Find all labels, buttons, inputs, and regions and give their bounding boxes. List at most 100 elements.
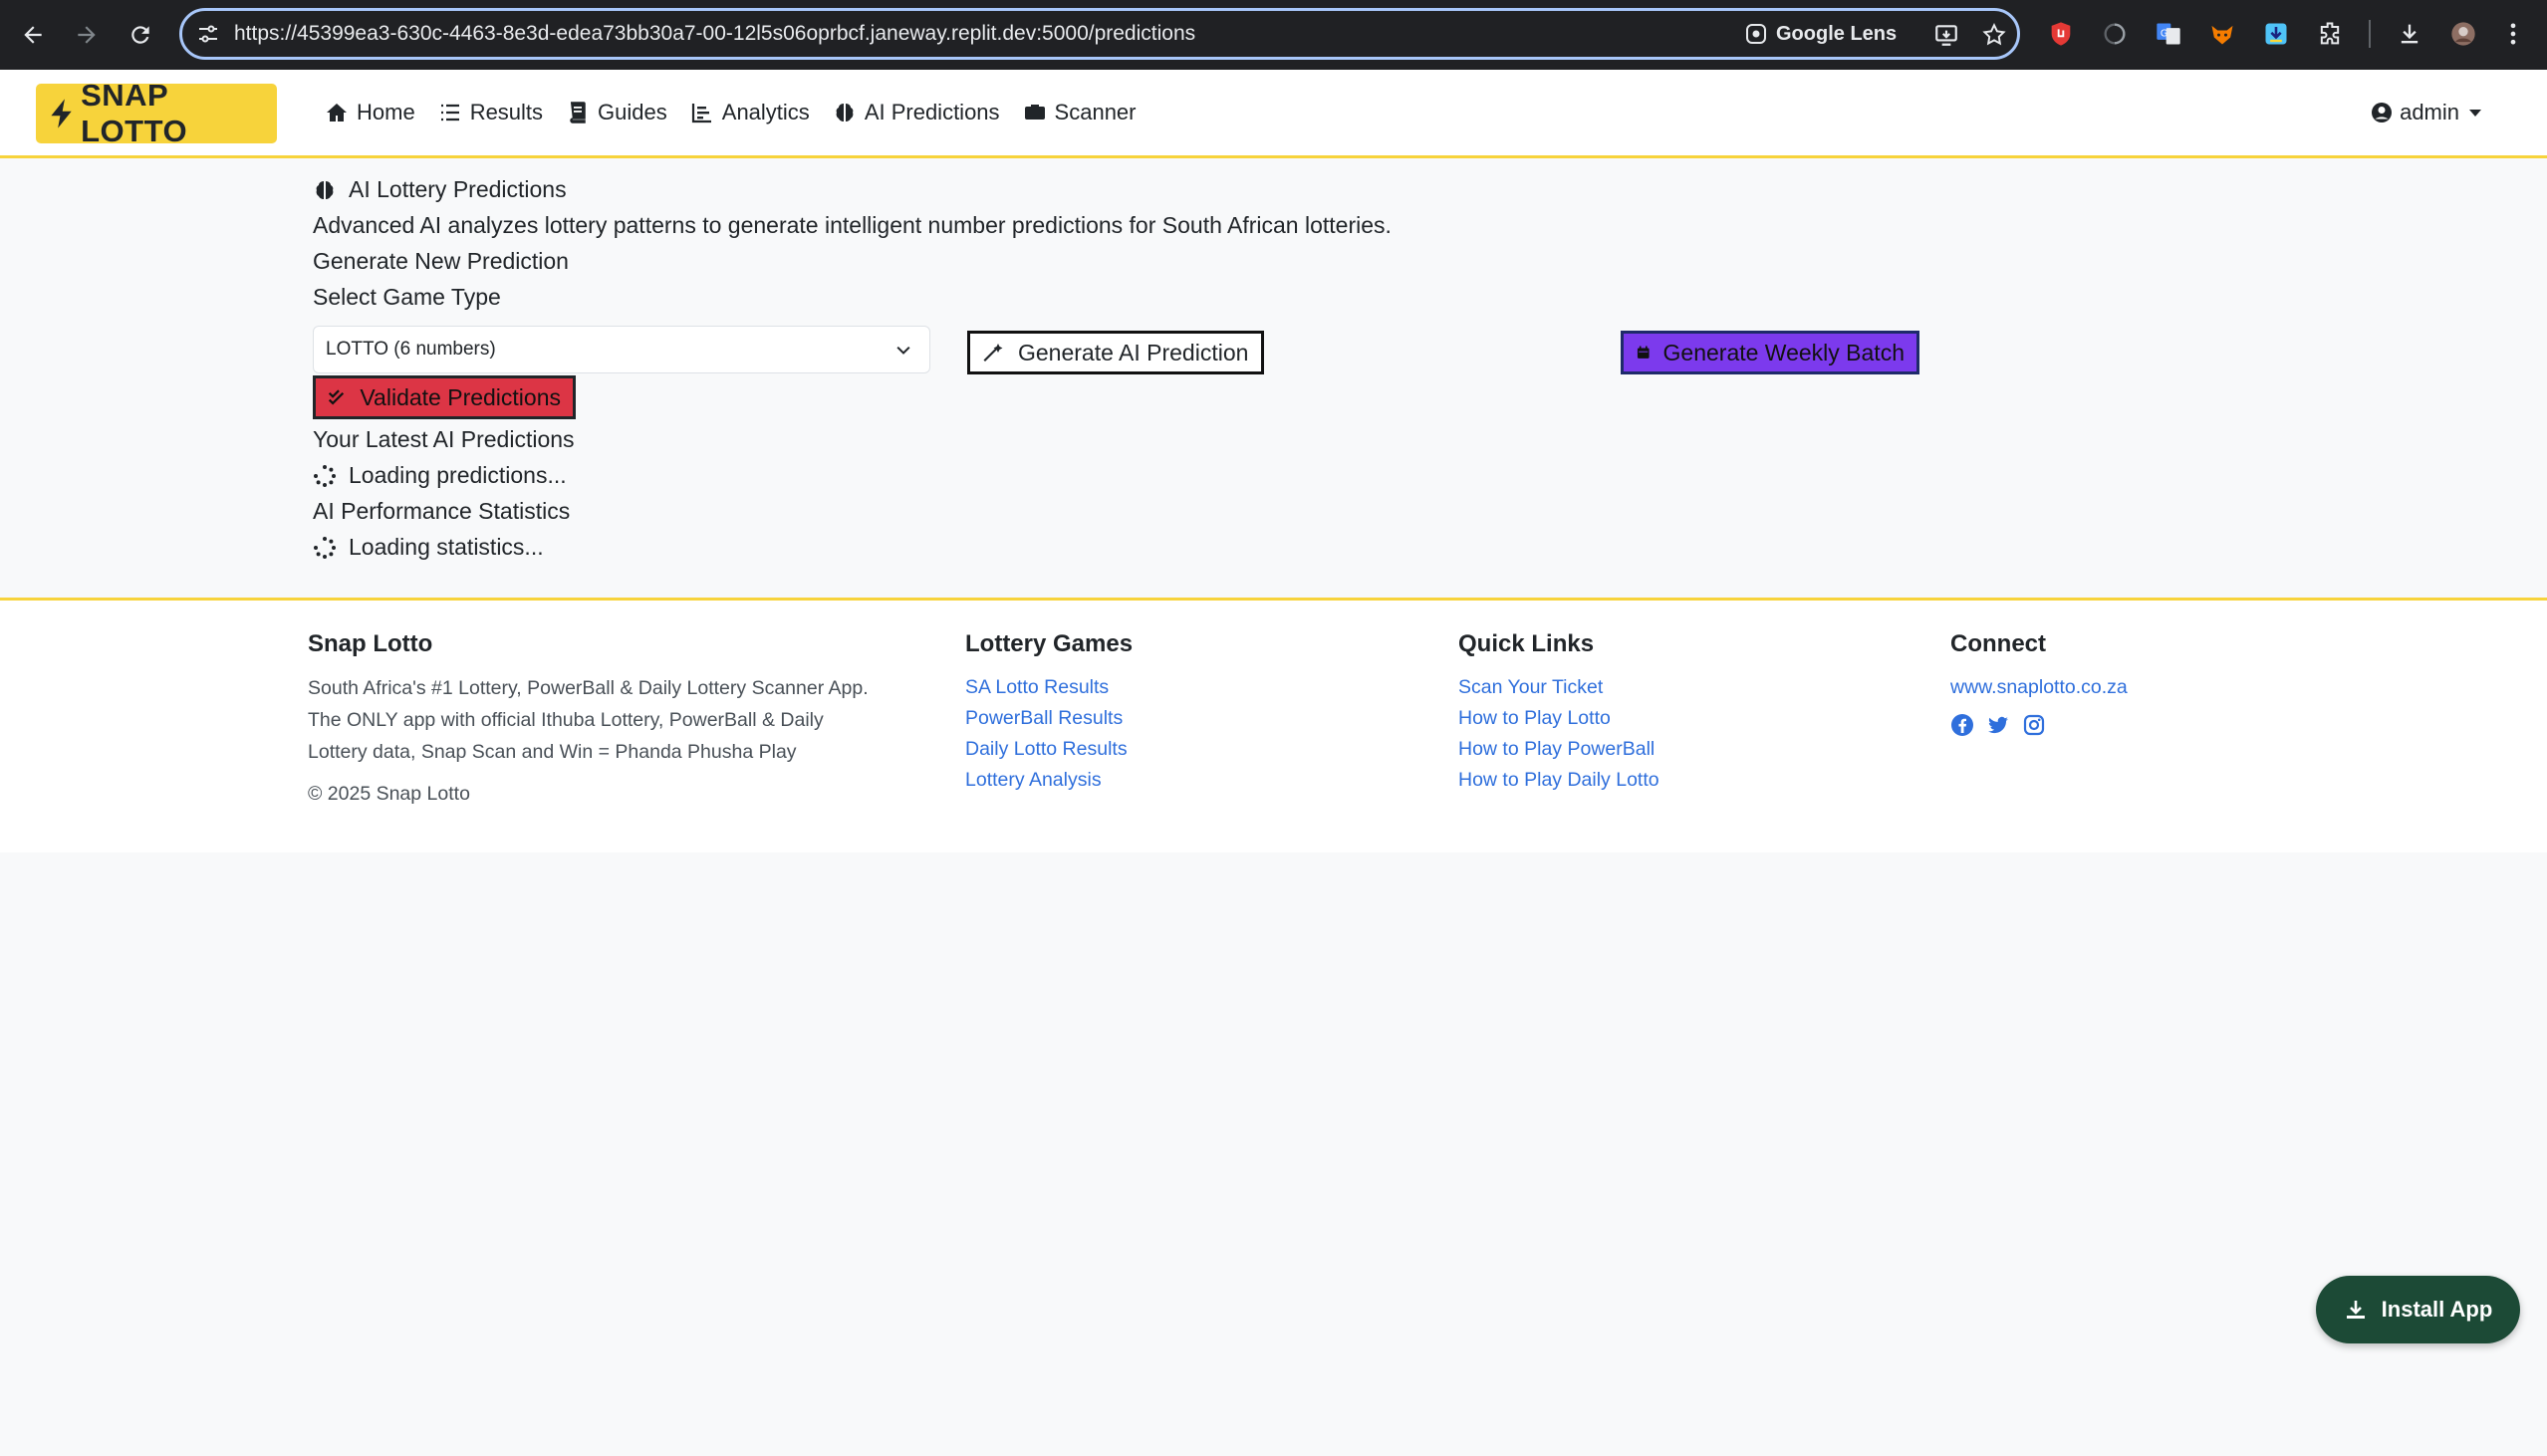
- reload-icon: [131, 26, 149, 44]
- list-icon: [440, 104, 459, 121]
- fox-icon: [2211, 25, 2233, 45]
- nav-results-label: Results: [469, 100, 544, 124]
- page-description: Advanced AI analyzes lottery patterns to…: [313, 212, 1392, 238]
- generate-heading: Generate New Prediction: [313, 248, 569, 274]
- game-type-select[interactable]: LOTTO (6 numbers): [313, 326, 930, 373]
- translate-icon: G: [2157, 23, 2180, 45]
- calendar-icon: [1637, 346, 1650, 359]
- generate-prediction-label: Generate AI Prediction: [1018, 339, 1249, 365]
- user-name: admin: [2400, 100, 2459, 124]
- shield-hand-icon: [2051, 22, 2071, 46]
- camera-icon: [1024, 105, 1045, 120]
- generate-weekly-batch-label: Generate Weekly Batch: [1662, 339, 1905, 365]
- google-lens-button[interactable]: Google Lens: [1744, 20, 1897, 48]
- user-circle-icon: [2372, 103, 2393, 122]
- footer-link-scan-ticket[interactable]: Scan Your Ticket: [1458, 672, 1659, 703]
- nav-scanner-label: Scanner: [1054, 100, 1137, 124]
- generate-prediction-button[interactable]: Generate AI Prediction: [967, 331, 1264, 374]
- footer-link-lottery-analysis[interactable]: Lottery Analysis: [965, 765, 1133, 796]
- page-title: AI Lottery Predictions: [313, 176, 567, 203]
- user-dropdown[interactable]: admin: [2370, 100, 2481, 125]
- footer-about-line-2: The ONLY app with official Ithuba Lotter…: [308, 709, 824, 731]
- reload-button[interactable]: [124, 18, 157, 52]
- brand-name: SNAP LOTTO: [81, 78, 188, 148]
- footer-link-daily-lotto[interactable]: Daily Lotto Results: [965, 734, 1133, 765]
- site-settings-icon[interactable]: [196, 22, 220, 46]
- footer-about-title: Snap Lotto: [308, 630, 433, 657]
- puzzle-icon: [2320, 22, 2340, 45]
- downloads-button[interactable]: [2393, 17, 2426, 51]
- footer-link-how-to-play-daily-lotto[interactable]: How to Play Daily Lotto: [1458, 765, 1659, 796]
- site-navbar: SNAP LOTTO Home Results Guides Analytics…: [0, 70, 2547, 158]
- footer-link-how-to-play-powerball[interactable]: How to Play PowerBall: [1458, 734, 1659, 765]
- nav-home[interactable]: Home: [325, 100, 415, 125]
- install-app-button[interactable]: Install App: [2316, 1276, 2520, 1343]
- footer-connect: Connect www.snaplotto.co.za: [1950, 630, 2128, 737]
- lightning-icon: [51, 99, 72, 128]
- circle-extension-icon[interactable]: [2098, 17, 2132, 51]
- url-text[interactable]: https://45399ea3-630c-4463-8e3d-edea73bb…: [234, 22, 1195, 46]
- brain-icon: [316, 180, 334, 199]
- install-app-label: Install App: [2381, 1297, 2493, 1322]
- double-check-icon: [328, 389, 345, 405]
- footer-connect-title: Connect: [1950, 630, 2046, 657]
- brain-icon: [836, 104, 854, 121]
- ai-stats-heading: AI Performance Statistics: [313, 498, 571, 524]
- browser-toolbar: https://45399ea3-630c-4463-8e3d-edea73bb…: [0, 0, 2547, 70]
- instagram-icon[interactable]: [2022, 713, 2046, 737]
- lens-icon: [1746, 24, 1766, 44]
- latest-predictions-heading: Your Latest AI Predictions: [313, 426, 575, 452]
- validate-predictions-button[interactable]: Validate Predictions: [313, 375, 576, 419]
- back-button[interactable]: [16, 18, 50, 52]
- footer-link-how-to-play-lotto[interactable]: How to Play Lotto: [1458, 703, 1659, 734]
- translate-extension-icon[interactable]: G: [2152, 17, 2185, 51]
- footer-about-line-3: Lottery data, Snap Scan and Win = Phanda…: [308, 741, 797, 763]
- loading-statistics: Loading statistics...: [313, 534, 544, 561]
- footer-about: Snap Lotto South Africa's #1 Lottery, Po…: [308, 630, 869, 810]
- download-extension-icon[interactable]: [2259, 17, 2293, 51]
- spinner-icon: [314, 536, 336, 559]
- loading-predictions: Loading predictions...: [313, 462, 567, 489]
- nav-results[interactable]: Results: [438, 100, 543, 125]
- social-links: [1950, 713, 2128, 737]
- nav-scanner[interactable]: Scanner: [1023, 100, 1137, 125]
- spinner-icon: [314, 464, 336, 487]
- install-page-icon[interactable]: [1933, 22, 1959, 48]
- brand-logo[interactable]: SNAP LOTTO: [36, 78, 277, 148]
- nav-ai-predictions[interactable]: AI Predictions: [833, 100, 1000, 125]
- circle-icon: [2104, 23, 2126, 45]
- browser-menu-button[interactable]: [2496, 17, 2530, 51]
- footer-website-link[interactable]: www.snaplotto.co.za: [1950, 672, 2128, 703]
- nav-ai-predictions-label: AI Predictions: [864, 100, 1000, 124]
- more-vertical-icon: [2510, 23, 2516, 45]
- download-icon: [2401, 24, 2419, 44]
- arrow-right-icon: [78, 26, 96, 44]
- footer-lottery-games: Lottery Games SA Lotto Results PowerBall…: [965, 630, 1133, 796]
- loading-statistics-text: Loading statistics...: [349, 534, 544, 560]
- fox-extension-icon[interactable]: [2205, 17, 2239, 51]
- nav-guides[interactable]: Guides: [566, 100, 667, 125]
- home-icon: [327, 104, 347, 121]
- footer-games-title: Lottery Games: [965, 630, 1134, 657]
- svg-text:G: G: [2161, 28, 2167, 39]
- generate-weekly-batch-button[interactable]: Generate Weekly Batch: [1621, 331, 1919, 374]
- adblock-extension-icon[interactable]: [2044, 17, 2078, 51]
- address-bar[interactable]: https://45399ea3-630c-4463-8e3d-edea73bb…: [179, 8, 2020, 60]
- facebook-icon[interactable]: [1950, 713, 1974, 737]
- twitter-icon[interactable]: [1986, 713, 2010, 737]
- loading-predictions-text: Loading predictions...: [349, 462, 567, 488]
- profile-button[interactable]: [2446, 17, 2480, 51]
- site-footer: Snap Lotto South Africa's #1 Lottery, Po…: [0, 598, 2547, 852]
- footer-link-sa-lotto[interactable]: SA Lotto Results: [965, 672, 1133, 703]
- chevron-down-icon: [2469, 109, 2481, 117]
- bookmark-star-icon[interactable]: [1981, 22, 2007, 48]
- footer-link-powerball[interactable]: PowerBall Results: [965, 703, 1133, 734]
- nav-analytics-label: Analytics: [721, 100, 810, 124]
- extensions-button[interactable]: [2313, 17, 2347, 51]
- nav-analytics[interactable]: Analytics: [690, 100, 810, 125]
- nav-guides-label: Guides: [598, 100, 667, 124]
- game-type-label: Select Game Type: [313, 284, 501, 310]
- forward-button[interactable]: [70, 18, 104, 52]
- lens-label: Google Lens: [1776, 22, 1898, 45]
- footer-copyright: © 2025 Snap Lotto: [308, 783, 470, 805]
